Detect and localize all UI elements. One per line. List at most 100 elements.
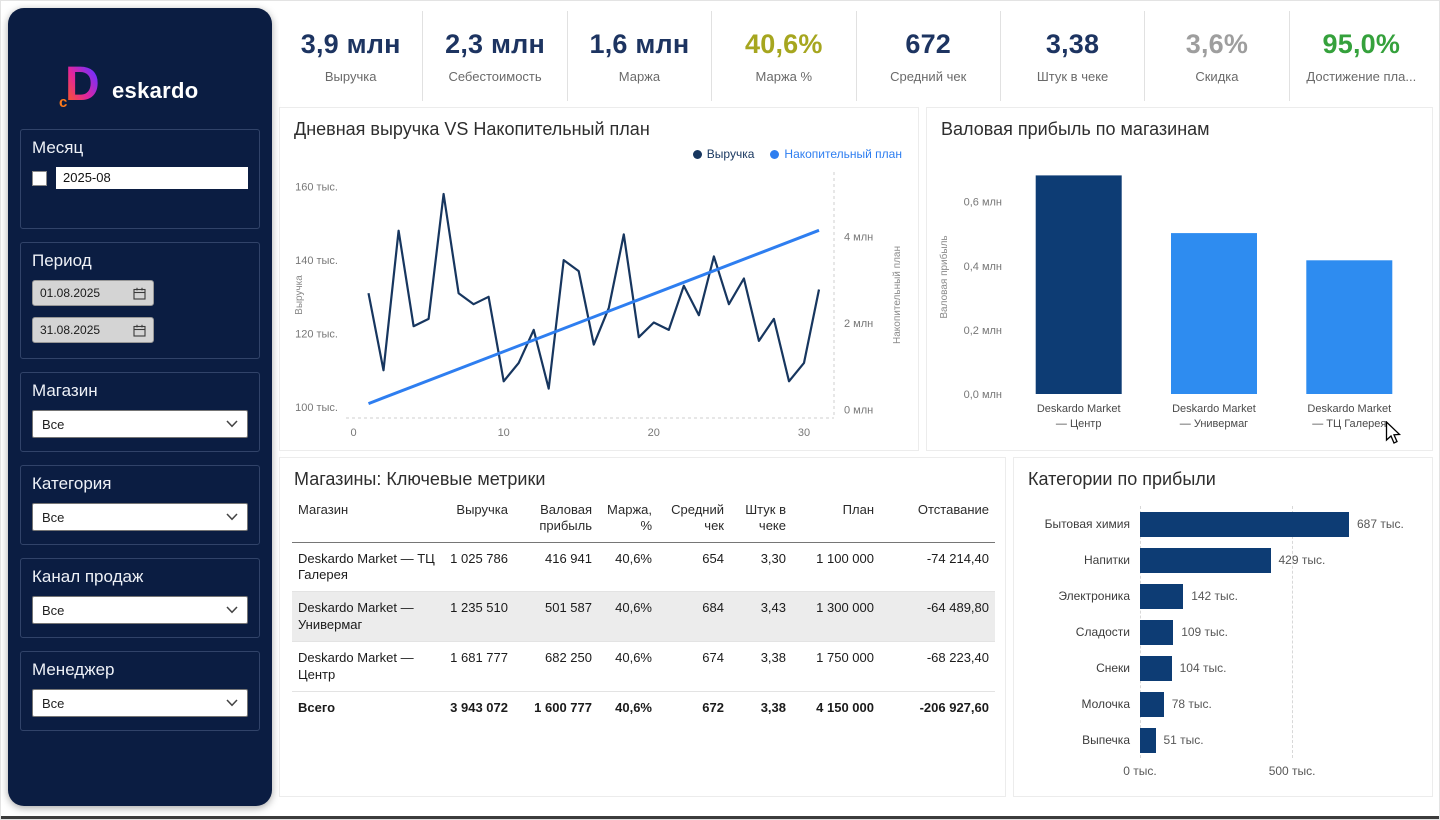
table-column-header[interactable]: Средний чек — [658, 500, 730, 542]
channel-dropdown[interactable]: Все — [32, 596, 248, 624]
legend-dot-plan — [770, 150, 779, 159]
table-cell: -74 214,40 — [880, 542, 995, 592]
category-dropdown[interactable]: Все — [32, 503, 248, 531]
svg-text:0,0 млн: 0,0 млн — [964, 389, 1002, 401]
table-cell: 1 300 000 — [792, 592, 880, 642]
filter-channel-label: Канал продаж — [32, 567, 248, 587]
table-cell: 3,30 — [730, 542, 792, 592]
kpi-value: 672 — [905, 29, 951, 60]
table-cell: 3 943 072 — [442, 691, 514, 723]
category-dropdown-value: Все — [42, 510, 64, 525]
store-dropdown[interactable]: Все — [32, 410, 248, 438]
legend-item-plan[interactable]: Накопительный план — [770, 147, 902, 161]
chevron-down-icon — [226, 420, 238, 428]
legend-item-revenue[interactable]: Выручка — [693, 147, 755, 161]
table-cell: Deskardo Market — Центр — [292, 642, 442, 692]
manager-dropdown-value: Все — [42, 696, 64, 711]
category-value: 687 тыс. — [1357, 517, 1404, 531]
metrics-table: МагазинВыручкаВаловая прибыльМаржа, %Сре… — [292, 500, 995, 724]
table-column-header[interactable]: Маржа, % — [598, 500, 658, 542]
table-column-header[interactable]: Валовая прибыль — [514, 500, 598, 542]
daily-revenue-line-chart[interactable]: 100 тыс.120 тыс.140 тыс.160 тыс.0 млн2 м… — [290, 160, 906, 450]
calendar-icon — [133, 287, 146, 300]
table-cell: 40,6% — [598, 592, 658, 642]
store-dropdown-value: Все — [42, 417, 64, 432]
svg-text:2 млн: 2 млн — [844, 318, 873, 330]
filter-manager-label: Менеджер — [32, 660, 248, 680]
table-cell: Всего — [292, 691, 442, 723]
metrics-table-panel: Магазины: Ключевые метрики МагазинВыручк… — [279, 457, 1006, 797]
category-label: Электроника — [1028, 589, 1140, 603]
kpi-card-0: 3,9 млн Выручка — [279, 11, 422, 101]
table-cell: -64 489,80 — [880, 592, 995, 642]
store-chart-title: Валовая прибыль по магазинам — [927, 108, 1432, 140]
category-bar-5[interactable] — [1140, 692, 1164, 717]
line-chart-title: Дневная выручка VS Накопительный план — [280, 108, 918, 140]
kpi-value: 3,38 — [1046, 29, 1099, 60]
table-cell: 1 100 000 — [792, 542, 880, 592]
month-value-input[interactable]: 2025-08 — [56, 167, 248, 189]
table-cell: 674 — [658, 642, 730, 692]
svg-text:0: 0 — [350, 427, 356, 439]
svg-text:0,2 млн: 0,2 млн — [964, 325, 1002, 337]
axis-tick-label: 0 тыс. — [1123, 764, 1156, 778]
kpi-label: Выручка — [325, 69, 377, 84]
svg-text:30: 30 — [798, 427, 810, 439]
category-row: Напитки429 тыс. — [1028, 542, 1422, 578]
store-bar-0[interactable] — [1036, 175, 1122, 394]
line-chart-legend: Выручка Накопительный план — [693, 147, 902, 161]
svg-text:100 тыс.: 100 тыс. — [295, 402, 338, 414]
kpi-label: Маржа % — [756, 69, 813, 84]
table-cell: 1 025 786 — [442, 542, 514, 592]
category-bar-1[interactable] — [1140, 548, 1271, 573]
axis-tick-label: 500 тыс. — [1269, 764, 1316, 778]
table-cell: 684 — [658, 592, 730, 642]
store-bar-1[interactable] — [1171, 233, 1257, 394]
table-column-header[interactable]: Магазин — [292, 500, 442, 542]
table-column-header[interactable]: Выручка — [442, 500, 514, 542]
category-bar-2[interactable] — [1140, 584, 1183, 609]
revenue-line[interactable] — [369, 194, 820, 389]
category-label: Молочка — [1028, 697, 1140, 711]
gross-profit-bar-chart[interactable]: 0,0 млн0,2 млн0,4 млн0,6 млнВаловая приб… — [931, 144, 1431, 450]
kpi-value: 1,6 млн — [590, 29, 690, 60]
category-bar-6[interactable] — [1140, 728, 1156, 753]
table-cell: Deskardo Market — ТЦ Галерея — [292, 542, 442, 592]
category-row: Снеки104 тыс. — [1028, 650, 1422, 686]
date-to-button[interactable]: 31.08.2025 — [32, 317, 154, 343]
table-column-header[interactable]: Отставание — [880, 500, 995, 542]
category-value: 142 тыс. — [1191, 589, 1238, 603]
category-bar-4[interactable] — [1140, 656, 1172, 681]
filter-period: Период 01.08.2025 31.08.2025 — [20, 242, 260, 359]
kpi-label: Маржа — [619, 69, 660, 84]
table-cell: 1 600 777 — [514, 691, 598, 723]
table-column-header[interactable]: Штук в чеке — [730, 500, 792, 542]
manager-dropdown[interactable]: Все — [32, 689, 248, 717]
chevron-down-icon — [226, 606, 238, 614]
svg-text:120 тыс.: 120 тыс. — [295, 329, 338, 341]
table-cell: 416 941 — [514, 542, 598, 592]
svg-text:c: c — [59, 94, 67, 111]
kpi-value: 2,3 млн — [445, 29, 545, 60]
filter-channel: Канал продаж Все — [20, 558, 260, 638]
kpi-value: 3,9 млн — [301, 29, 401, 60]
svg-text:Накопительный план: Накопительный план — [892, 246, 903, 344]
table-cell: -68 223,40 — [880, 642, 995, 692]
channel-dropdown-value: Все — [42, 603, 64, 618]
category-label: Снеки — [1028, 661, 1140, 675]
calendar-icon — [133, 324, 146, 337]
category-bar-3[interactable] — [1140, 620, 1173, 645]
table-row: Deskardo Market — Центр1 681 777682 2504… — [292, 642, 995, 692]
store-bar-2[interactable] — [1306, 260, 1392, 394]
category-bar-0[interactable] — [1140, 512, 1349, 537]
sidebar: D c eskardo Месяц 2025-08 Период 01.08.2… — [8, 8, 272, 806]
filter-manager: Менеджер Все — [20, 651, 260, 731]
kpi-value: 3,6% — [1186, 29, 1248, 60]
kpi-label: Штук в чеке — [1037, 69, 1108, 84]
filter-category-label: Категория — [32, 474, 248, 494]
filter-month: Месяц 2025-08 — [20, 129, 260, 229]
date-from-button[interactable]: 01.08.2025 — [32, 280, 154, 306]
category-label: Сладости — [1028, 625, 1140, 639]
month-checkbox[interactable] — [32, 171, 47, 186]
table-column-header[interactable]: План — [792, 500, 880, 542]
